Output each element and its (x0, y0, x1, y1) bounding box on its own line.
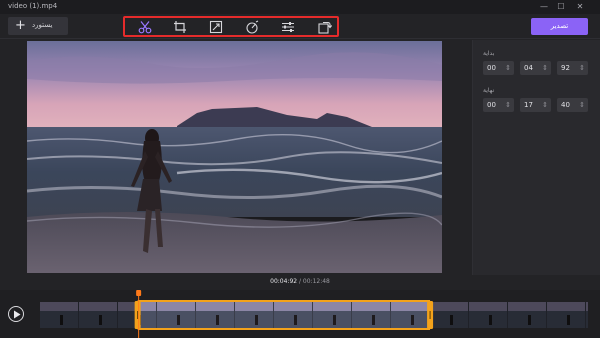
maximize-button[interactable]: ☐ (555, 1, 567, 12)
filmstrip-frame-sky (430, 302, 468, 311)
filmstrip-frame-figure (177, 315, 180, 325)
export-button[interactable]: تصدير (531, 18, 588, 35)
unselected-shade-right (429, 302, 588, 328)
watermark-icon[interactable] (208, 20, 224, 34)
filmstrip-frame-sky (352, 302, 390, 311)
rotate-icon[interactable] (316, 20, 332, 34)
filmstrip-frame-figure (489, 315, 492, 325)
close-button[interactable]: ✕ (574, 1, 586, 12)
window-title: video (1).mp4 (8, 2, 58, 10)
filmstrip-frame-figure (450, 315, 453, 325)
start-hours-field[interactable]: 00 ⇕ (483, 61, 514, 75)
play-icon (14, 310, 21, 319)
filmstrip-frame-sky (40, 302, 78, 311)
spinner-icon[interactable]: ⇕ (505, 100, 511, 110)
end-hours-value: 00 (487, 101, 496, 109)
toolbar: + يستورد تصدير (0, 14, 600, 39)
crop-icon[interactable] (172, 20, 188, 34)
filmstrip-frame-sky (157, 302, 195, 311)
end-minutes-field[interactable]: 17 ⇕ (520, 98, 551, 112)
start-seconds-value: 92 (561, 64, 570, 72)
filmstrip-frame-sea (274, 311, 312, 328)
end-time-label: نهاية (483, 87, 495, 94)
spinner-icon[interactable]: ⇕ (579, 63, 585, 73)
filmstrip-frame-sea (430, 311, 468, 328)
end-minutes-value: 17 (524, 101, 533, 109)
filmstrip-frame-sky (118, 302, 156, 311)
filmstrip-frame-sky (586, 302, 588, 311)
filmstrip-frame-figure (333, 315, 336, 325)
import-label: يستورد (32, 21, 53, 29)
adjust-icon[interactable] (280, 20, 296, 34)
timeline (0, 290, 600, 338)
filmstrip-frame-sky (235, 302, 273, 311)
total-time: 00:12:48 (302, 278, 330, 285)
filmstrip-frame-sky (196, 302, 234, 311)
time-readout: 00:04:92 / 00:12:48 (0, 278, 600, 285)
start-time-label: بداية (483, 50, 495, 57)
filmstrip-frame-sea (79, 311, 117, 328)
filmstrip-frame-sky (79, 302, 117, 311)
filmstrip-frame-figure (60, 315, 63, 325)
filmstrip-frame-sky (391, 302, 429, 311)
selection-frame (137, 300, 431, 330)
filmstrip-background (40, 302, 588, 328)
filmstrip-frame-sky (508, 302, 546, 311)
spinner-icon[interactable]: ⇕ (579, 100, 585, 110)
start-minutes-value: 04 (524, 64, 533, 72)
filmstrip-frame-sea (547, 311, 585, 328)
filmstrip-frame-sea (586, 311, 588, 328)
current-time: 00:04:92 (270, 278, 298, 285)
spinner-icon[interactable]: ⇕ (505, 63, 511, 73)
filmstrip-frame-figure (411, 315, 414, 325)
plus-icon: + (15, 18, 26, 33)
playhead-knob (136, 290, 142, 296)
start-minutes-field[interactable]: 04 ⇕ (520, 61, 551, 75)
import-button[interactable]: + يستورد (8, 17, 68, 35)
filmstrip-frame-sky (313, 302, 351, 311)
filmstrip-frame-figure (294, 315, 297, 325)
unselected-shade-left (40, 302, 139, 328)
filmstrip-frame-sea (352, 311, 390, 328)
filmstrip-frame-figure (372, 315, 375, 325)
start-seconds-field[interactable]: 92 ⇕ (557, 61, 588, 75)
filmstrip-frame-figure (216, 315, 219, 325)
spinner-icon[interactable]: ⇕ (542, 63, 548, 73)
speed-icon[interactable] (244, 20, 260, 34)
minimize-button[interactable]: — (538, 1, 550, 12)
filmstrip-frame-sea (40, 311, 78, 328)
filmstrip-frame-sea (235, 311, 273, 328)
play-button[interactable] (8, 306, 24, 322)
filmstrip-frame-sea (196, 311, 234, 328)
end-seconds-value: 40 (561, 101, 570, 109)
filmstrip-track[interactable] (0, 290, 600, 338)
spinner-icon[interactable]: ⇕ (542, 100, 548, 110)
filmstrip-frame-sky (274, 302, 312, 311)
end-seconds-field[interactable]: 40 ⇕ (557, 98, 588, 112)
video-frame-image (27, 41, 442, 273)
filmstrip-frame-figure (99, 315, 102, 325)
trim-settings-panel: بداية 00 ⇕ 04 ⇕ 92 ⇕ نهاية 00 ⇕ 17 ⇕ 40 … (472, 40, 600, 275)
trim-start-handle (134, 301, 141, 329)
filmstrip-frame-sea (469, 311, 507, 328)
filmstrip-frame-figure (567, 315, 570, 325)
edit-tools-group (123, 16, 339, 37)
filmstrip-frame-figure (255, 315, 258, 325)
title-bar: video (1).mp4 — ☐ ✕ (0, 0, 600, 14)
start-hours-value: 00 (487, 64, 496, 72)
filmstrip-frame-sky (469, 302, 507, 311)
filmstrip-frame-sea (508, 311, 546, 328)
video-preview[interactable] (27, 41, 442, 273)
filmstrip-frame-sky (547, 302, 585, 311)
filmstrip-frame-sea (391, 311, 429, 328)
filmstrip-frame-figure (138, 315, 141, 325)
filmstrip-frame-sea (313, 311, 351, 328)
trim-end-handle (427, 301, 434, 329)
end-hours-field[interactable]: 00 ⇕ (483, 98, 514, 112)
filmstrip-frame-figure (528, 315, 531, 325)
trim-icon[interactable] (137, 20, 153, 34)
filmstrip-frame-sea (118, 311, 156, 328)
filmstrip-frame-sea (157, 311, 195, 328)
